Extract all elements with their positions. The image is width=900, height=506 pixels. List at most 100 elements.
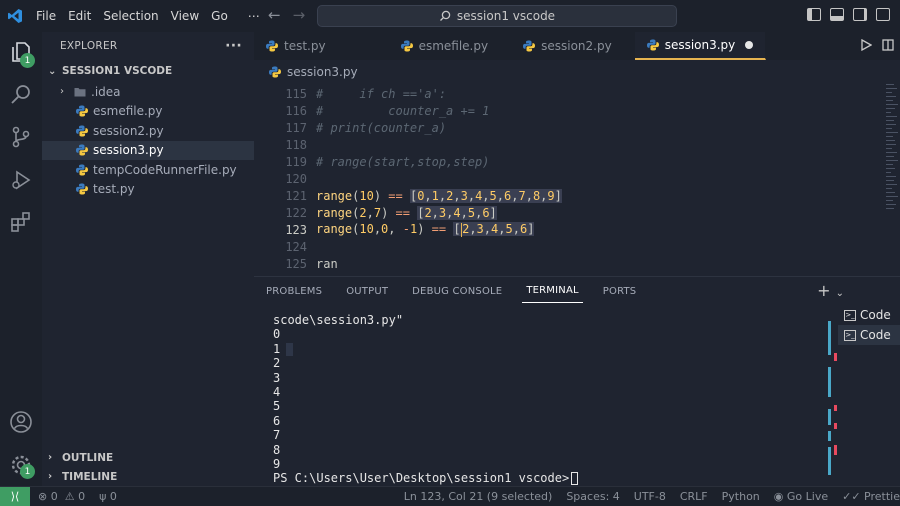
line-text: range(10,0, -1) == [2,3,4,5,6] bbox=[316, 222, 535, 237]
python-file-icon bbox=[269, 66, 281, 78]
line-number: 122 bbox=[285, 205, 307, 220]
tree-item-label: session3.py bbox=[93, 143, 164, 158]
timeline-section[interactable]: › TIMELINE bbox=[42, 467, 254, 486]
outline-section[interactable]: › OUTLINE bbox=[42, 448, 254, 467]
line-number: 117 bbox=[285, 120, 307, 135]
scroll-marker bbox=[828, 367, 831, 397]
code-line: 125 ran bbox=[254, 255, 884, 272]
line-number: 124 bbox=[285, 239, 307, 254]
command-center[interactable]: session1 vscode bbox=[317, 5, 677, 27]
terminal-line: scode\session3.py" bbox=[273, 313, 404, 327]
tab-esmefile[interactable]: esmefile.py bbox=[389, 32, 512, 60]
line-number: 115 bbox=[285, 86, 307, 101]
code-line: 120 bbox=[254, 170, 884, 187]
error-marker bbox=[834, 445, 837, 455]
menu-more[interactable]: ⋯ bbox=[234, 0, 266, 32]
code-line: 119 # range(start,stop,step) bbox=[254, 153, 884, 170]
chevron-down-icon[interactable]: ⌄ bbox=[836, 288, 844, 299]
python-file-icon bbox=[400, 40, 413, 52]
minimap[interactable] bbox=[884, 82, 900, 222]
menu-go[interactable]: Go bbox=[205, 0, 234, 32]
terminal-line: 1 bbox=[273, 341, 281, 356]
menu-view[interactable]: View bbox=[165, 0, 205, 32]
scroll-marker bbox=[828, 447, 831, 475]
tab-label: esmefile.py bbox=[418, 39, 489, 53]
line-text: # print(counter_a) bbox=[316, 120, 447, 135]
indentation[interactable]: Spaces: 4 bbox=[559, 490, 626, 503]
customize-layout-icon[interactable] bbox=[876, 8, 890, 21]
python-file-icon bbox=[76, 144, 88, 156]
ports-status[interactable]: ψ 0 bbox=[92, 490, 124, 503]
breadcrumb[interactable]: session3.py bbox=[254, 62, 358, 82]
scroll-marker bbox=[828, 431, 831, 441]
code-line: 115 # if ch =='a': bbox=[254, 85, 884, 102]
chevron-right-icon: › bbox=[48, 471, 53, 482]
line-number: 123 bbox=[285, 222, 307, 237]
terminal-instance-1[interactable]: >_ Code bbox=[838, 305, 900, 325]
run-file-icon[interactable] bbox=[860, 39, 872, 51]
new-terminal-button[interactable]: + bbox=[817, 281, 830, 300]
workspace-section-header[interactable]: ⌄ SESSION1 VSCODE bbox=[42, 60, 254, 82]
menu-bar: File Edit Selection View Go ⋯ bbox=[30, 0, 266, 32]
workspace-name: SESSION1 VSCODE bbox=[62, 65, 173, 77]
terminal-line: 2 bbox=[273, 356, 281, 371]
toggle-primary-sidebar-icon[interactable] bbox=[807, 8, 821, 21]
terminal-line: 9 bbox=[273, 456, 281, 471]
terminal-output[interactable]: scode\session3.py" 0 1 2 3 4 5 6 7 8 9 P… bbox=[273, 313, 579, 486]
tab-test[interactable]: test.py bbox=[254, 32, 389, 60]
tree-item-label: test.py bbox=[93, 182, 135, 197]
tab-ports[interactable]: PORTS bbox=[599, 280, 641, 303]
tree-item-session2[interactable]: session2.py bbox=[42, 121, 254, 141]
toggle-panel-icon[interactable] bbox=[830, 8, 844, 21]
tab-debug-console[interactable]: DEBUG CONSOLE bbox=[408, 280, 506, 303]
terminal-instance-2[interactable]: >_ Code bbox=[838, 325, 900, 345]
go-live-button[interactable]: ◉ Go Live bbox=[767, 490, 835, 503]
forward-arrow-icon[interactable]: → bbox=[293, 6, 306, 24]
prettier-status[interactable]: ✓✓ Prettie bbox=[835, 490, 900, 503]
tab-terminal[interactable]: TERMINAL bbox=[522, 279, 583, 303]
unsaved-dot-icon[interactable] bbox=[745, 41, 754, 49]
back-arrow-icon[interactable]: ← bbox=[268, 6, 281, 24]
tab-label: session3.py bbox=[664, 38, 736, 52]
search-icon[interactable] bbox=[9, 83, 33, 107]
run-debug-icon[interactable] bbox=[9, 168, 33, 192]
language-mode[interactable]: Python bbox=[715, 490, 767, 503]
title-bar: File Edit Selection View Go ⋯ ← → sessio… bbox=[0, 0, 900, 32]
cursor-position[interactable]: Ln 123, Col 21 (9 selected) bbox=[397, 490, 560, 503]
menu-file[interactable]: File bbox=[30, 0, 62, 32]
menu-edit[interactable]: Edit bbox=[62, 0, 97, 32]
tree-item-tempcoderunner[interactable]: tempCodeRunnerFile.py bbox=[42, 160, 254, 180]
terminal-icon: >_ bbox=[844, 329, 856, 341]
tab-session3[interactable]: session3.py bbox=[634, 32, 767, 60]
code-line: 122 range(2,7) == [2,3,4,5,6] bbox=[254, 204, 884, 221]
error-count: 0 bbox=[50, 490, 58, 503]
menu-selection[interactable]: Selection bbox=[97, 0, 164, 32]
python-file-icon bbox=[76, 105, 88, 117]
line-text: range(2,7) == [2,3,4,5,6] bbox=[316, 205, 497, 220]
toggle-secondary-sidebar-icon[interactable] bbox=[853, 8, 867, 21]
account-icon[interactable] bbox=[9, 410, 33, 434]
terminal-cursor-ghost bbox=[286, 343, 293, 356]
extensions-icon[interactable] bbox=[9, 210, 33, 234]
encoding[interactable]: UTF-8 bbox=[627, 490, 673, 503]
go-live-label: Go Live bbox=[786, 490, 829, 503]
split-editor-icon[interactable] bbox=[882, 39, 894, 51]
terminal-cursor bbox=[571, 472, 579, 486]
tree-item-test[interactable]: test.py bbox=[42, 180, 254, 200]
tree-item-idea-folder[interactable]: › .idea bbox=[42, 82, 254, 102]
tree-item-esmefile[interactable]: esmefile.py bbox=[42, 102, 254, 122]
code-editor[interactable]: 115 # if ch =='a': 116 # counter_a += 1 … bbox=[254, 82, 900, 274]
manage-gear-icon[interactable]: 1 bbox=[9, 453, 35, 479]
source-control-icon[interactable] bbox=[9, 125, 33, 149]
tab-output[interactable]: OUTPUT bbox=[342, 280, 392, 303]
tab-session2[interactable]: session2.py bbox=[511, 32, 635, 60]
tree-item-session3[interactable]: session3.py bbox=[42, 140, 254, 160]
line-text: ran bbox=[316, 256, 338, 271]
explorer-icon[interactable]: 1 bbox=[9, 40, 35, 68]
remote-indicator-icon[interactable]: ⟩⟨ bbox=[0, 486, 30, 506]
end-of-line[interactable]: CRLF bbox=[673, 490, 715, 503]
python-file-icon bbox=[266, 40, 278, 52]
problems-status[interactable]: ⊗ 0 ⚠ 0 bbox=[30, 490, 92, 503]
tab-problems[interactable]: PROBLEMS bbox=[262, 280, 326, 303]
explorer-more-button[interactable]: ··· bbox=[225, 38, 242, 54]
